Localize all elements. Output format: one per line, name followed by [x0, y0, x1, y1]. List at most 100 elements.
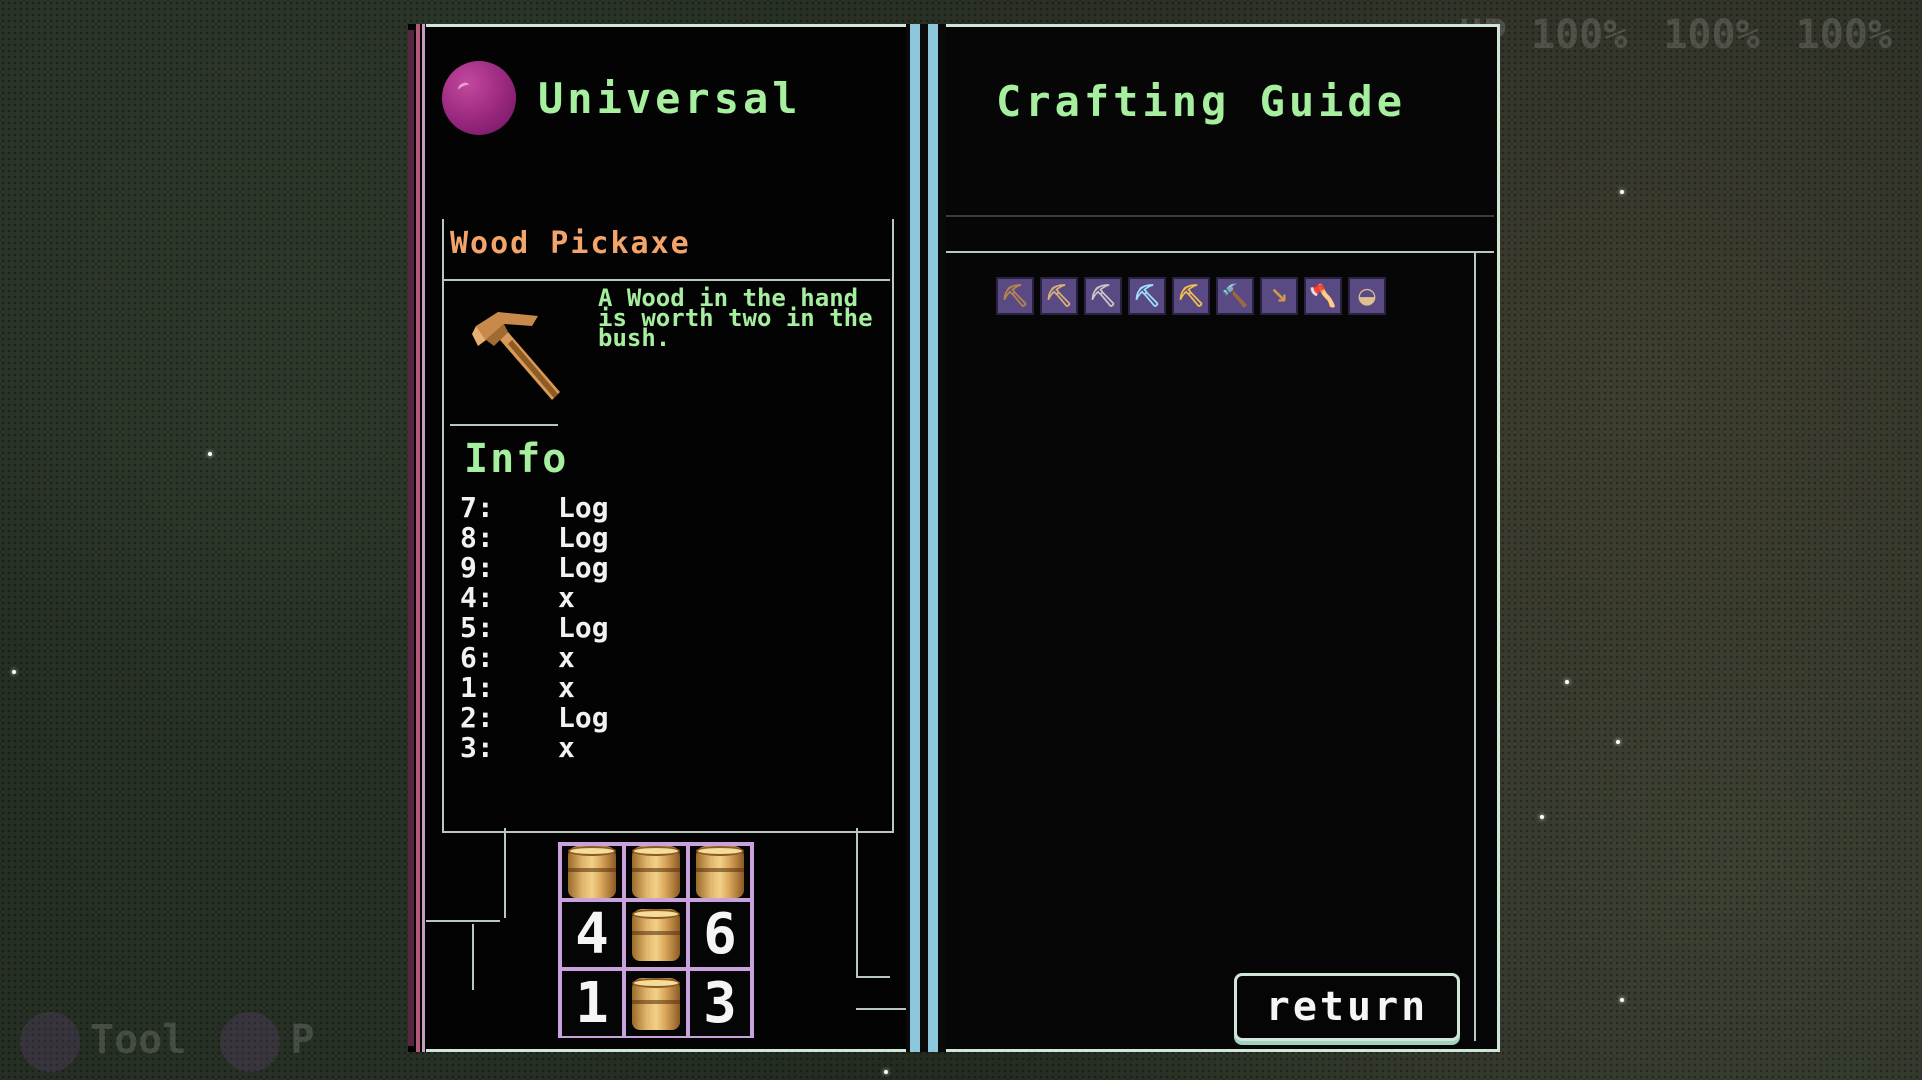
recipe-slot: 4: [460, 580, 494, 614]
stat2-readout: 100% [1663, 12, 1760, 58]
hammer-icon[interactable]: 🔨 [1216, 277, 1254, 315]
star [1540, 815, 1544, 819]
recipe-slot: 7: [460, 490, 494, 524]
decor-line [426, 920, 500, 922]
spine-stripe [910, 24, 920, 1052]
crafting-guide-book: Universal Wood Pickaxe A Wood in the han… [408, 24, 1500, 1052]
decor-line [504, 828, 506, 918]
recipe-ingredient: Log [558, 610, 609, 644]
star [1620, 190, 1624, 194]
grid-cell-4[interactable]: 4 [562, 902, 622, 967]
grid-cell-3[interactable]: 3 [690, 971, 750, 1036]
grid-cell-8[interactable] [626, 846, 686, 898]
book-spine [906, 24, 946, 1052]
left-page: Universal Wood Pickaxe A Wood in the han… [408, 24, 906, 1052]
wood-pickaxe-icon[interactable]: ⛏ [996, 277, 1034, 315]
grid-cell-1[interactable]: 1 [562, 971, 622, 1036]
recipe-slot: 9: [460, 550, 494, 584]
spine-stripe [928, 24, 938, 1052]
item-name: Wood Pickaxe [450, 226, 691, 261]
planet-orb-icon [442, 61, 516, 135]
grid-number: 1 [575, 971, 609, 1036]
return-button[interactable]: return [1234, 973, 1460, 1041]
book-edge [422, 24, 425, 1052]
recipe-row: 5: Log [460, 610, 609, 644]
divider [1474, 251, 1476, 1041]
item-slot-icon [220, 1012, 281, 1072]
log-icon [632, 977, 680, 1030]
crafting-grid: 4 6 1 3 [558, 842, 754, 1038]
grid-cell-5[interactable] [626, 902, 686, 967]
tool-selector: ⛏ ⛏ ⛏ ⛏ ⛏ 🔨 ↘ 🪓 ◒ [996, 277, 1386, 315]
decor-line [856, 976, 890, 978]
stat3-readout: 100% [1795, 12, 1892, 58]
log-icon [568, 846, 616, 898]
diamond-pickaxe-icon[interactable]: ⛏ [1128, 277, 1166, 315]
grid-cell-9[interactable] [690, 846, 750, 898]
star [1616, 740, 1620, 744]
grid-cell-2[interactable] [626, 971, 686, 1036]
log-icon [632, 908, 680, 961]
shovel-icon[interactable]: ↘ [1260, 277, 1298, 315]
recipe-ingredient: x [558, 580, 575, 614]
grid-number: 6 [703, 902, 737, 967]
grid-number: 3 [703, 971, 737, 1036]
recipe-ingredient: Log [558, 550, 609, 584]
status-hud: HP 100% 100% 100% [1459, 12, 1892, 58]
recipe-ingredient: x [558, 640, 575, 674]
grid-number: 4 [575, 902, 609, 967]
recipe-ingredient: Log [558, 700, 609, 734]
recipe-slot: 5: [460, 610, 494, 644]
recipe-list: 7: Log 8: Log 9: Log 4: x 5: Log 6: x 1: x 2: Lo… [460, 490, 609, 764]
recipe-row: 9: Log [460, 550, 609, 584]
item-description: A Wood in the hand is worth two in the b… [598, 284, 873, 352]
tool-slot-icon [20, 1012, 80, 1072]
recipe-slot: 2: [460, 700, 494, 734]
recipe-row: 8: Log [460, 520, 609, 554]
item-slot-label: P [290, 1017, 315, 1063]
book-edge [408, 30, 414, 1046]
recipe-slot: 6: [460, 640, 494, 674]
recipe-slot: 3: [460, 730, 494, 764]
grid-cell-7[interactable] [562, 846, 622, 898]
recipe-row: 1: x [460, 670, 609, 704]
log-icon [696, 846, 744, 898]
decor-line [856, 828, 858, 978]
hotbar-hud: Tool P [20, 1012, 314, 1072]
recipe-ingredient: x [558, 730, 575, 764]
grid-cell-6[interactable]: 6 [690, 902, 750, 967]
recipe-row: 6: x [460, 640, 609, 674]
divider [946, 251, 1494, 253]
star [1620, 998, 1624, 1002]
gold-pickaxe-icon[interactable]: ⛏ [1172, 277, 1210, 315]
recipe-row: 4: x [460, 580, 609, 614]
info-heading: Info [464, 436, 569, 482]
tool-slot-label: Tool [90, 1017, 187, 1063]
divider [450, 424, 558, 426]
stone-pickaxe-icon[interactable]: ⛏ [1040, 277, 1078, 315]
recipe-row: 2: Log [460, 700, 609, 734]
log-icon [632, 846, 680, 898]
recipe-ingredient: Log [558, 520, 609, 554]
decor-line [856, 1008, 906, 1010]
book-edge [416, 24, 420, 1052]
decor-line [472, 924, 474, 990]
star [884, 1070, 888, 1074]
wood-pickaxe-icon [472, 312, 560, 400]
book-title-right: Crafting Guide [996, 77, 1407, 126]
divider [946, 215, 1494, 217]
axe-icon[interactable]: 🪓 [1304, 277, 1342, 315]
recipe-row: 3: x [460, 730, 609, 764]
star [1565, 680, 1569, 684]
recipe-slot: 1: [460, 670, 494, 704]
recipe-ingredient: Log [558, 490, 609, 524]
recipe-row: 7: Log [460, 490, 609, 524]
star [12, 670, 16, 674]
right-page: Crafting Guide ⛏ ⛏ ⛏ ⛏ ⛏ 🔨 ↘ 🪓 ◒ return [946, 24, 1500, 1052]
star [208, 452, 212, 456]
watering-can-icon[interactable]: ◒ [1348, 277, 1386, 315]
recipe-ingredient: x [558, 670, 575, 704]
book-title-left: Universal [538, 74, 802, 123]
recipe-slot: 8: [460, 520, 494, 554]
iron-pickaxe-icon[interactable]: ⛏ [1084, 277, 1122, 315]
